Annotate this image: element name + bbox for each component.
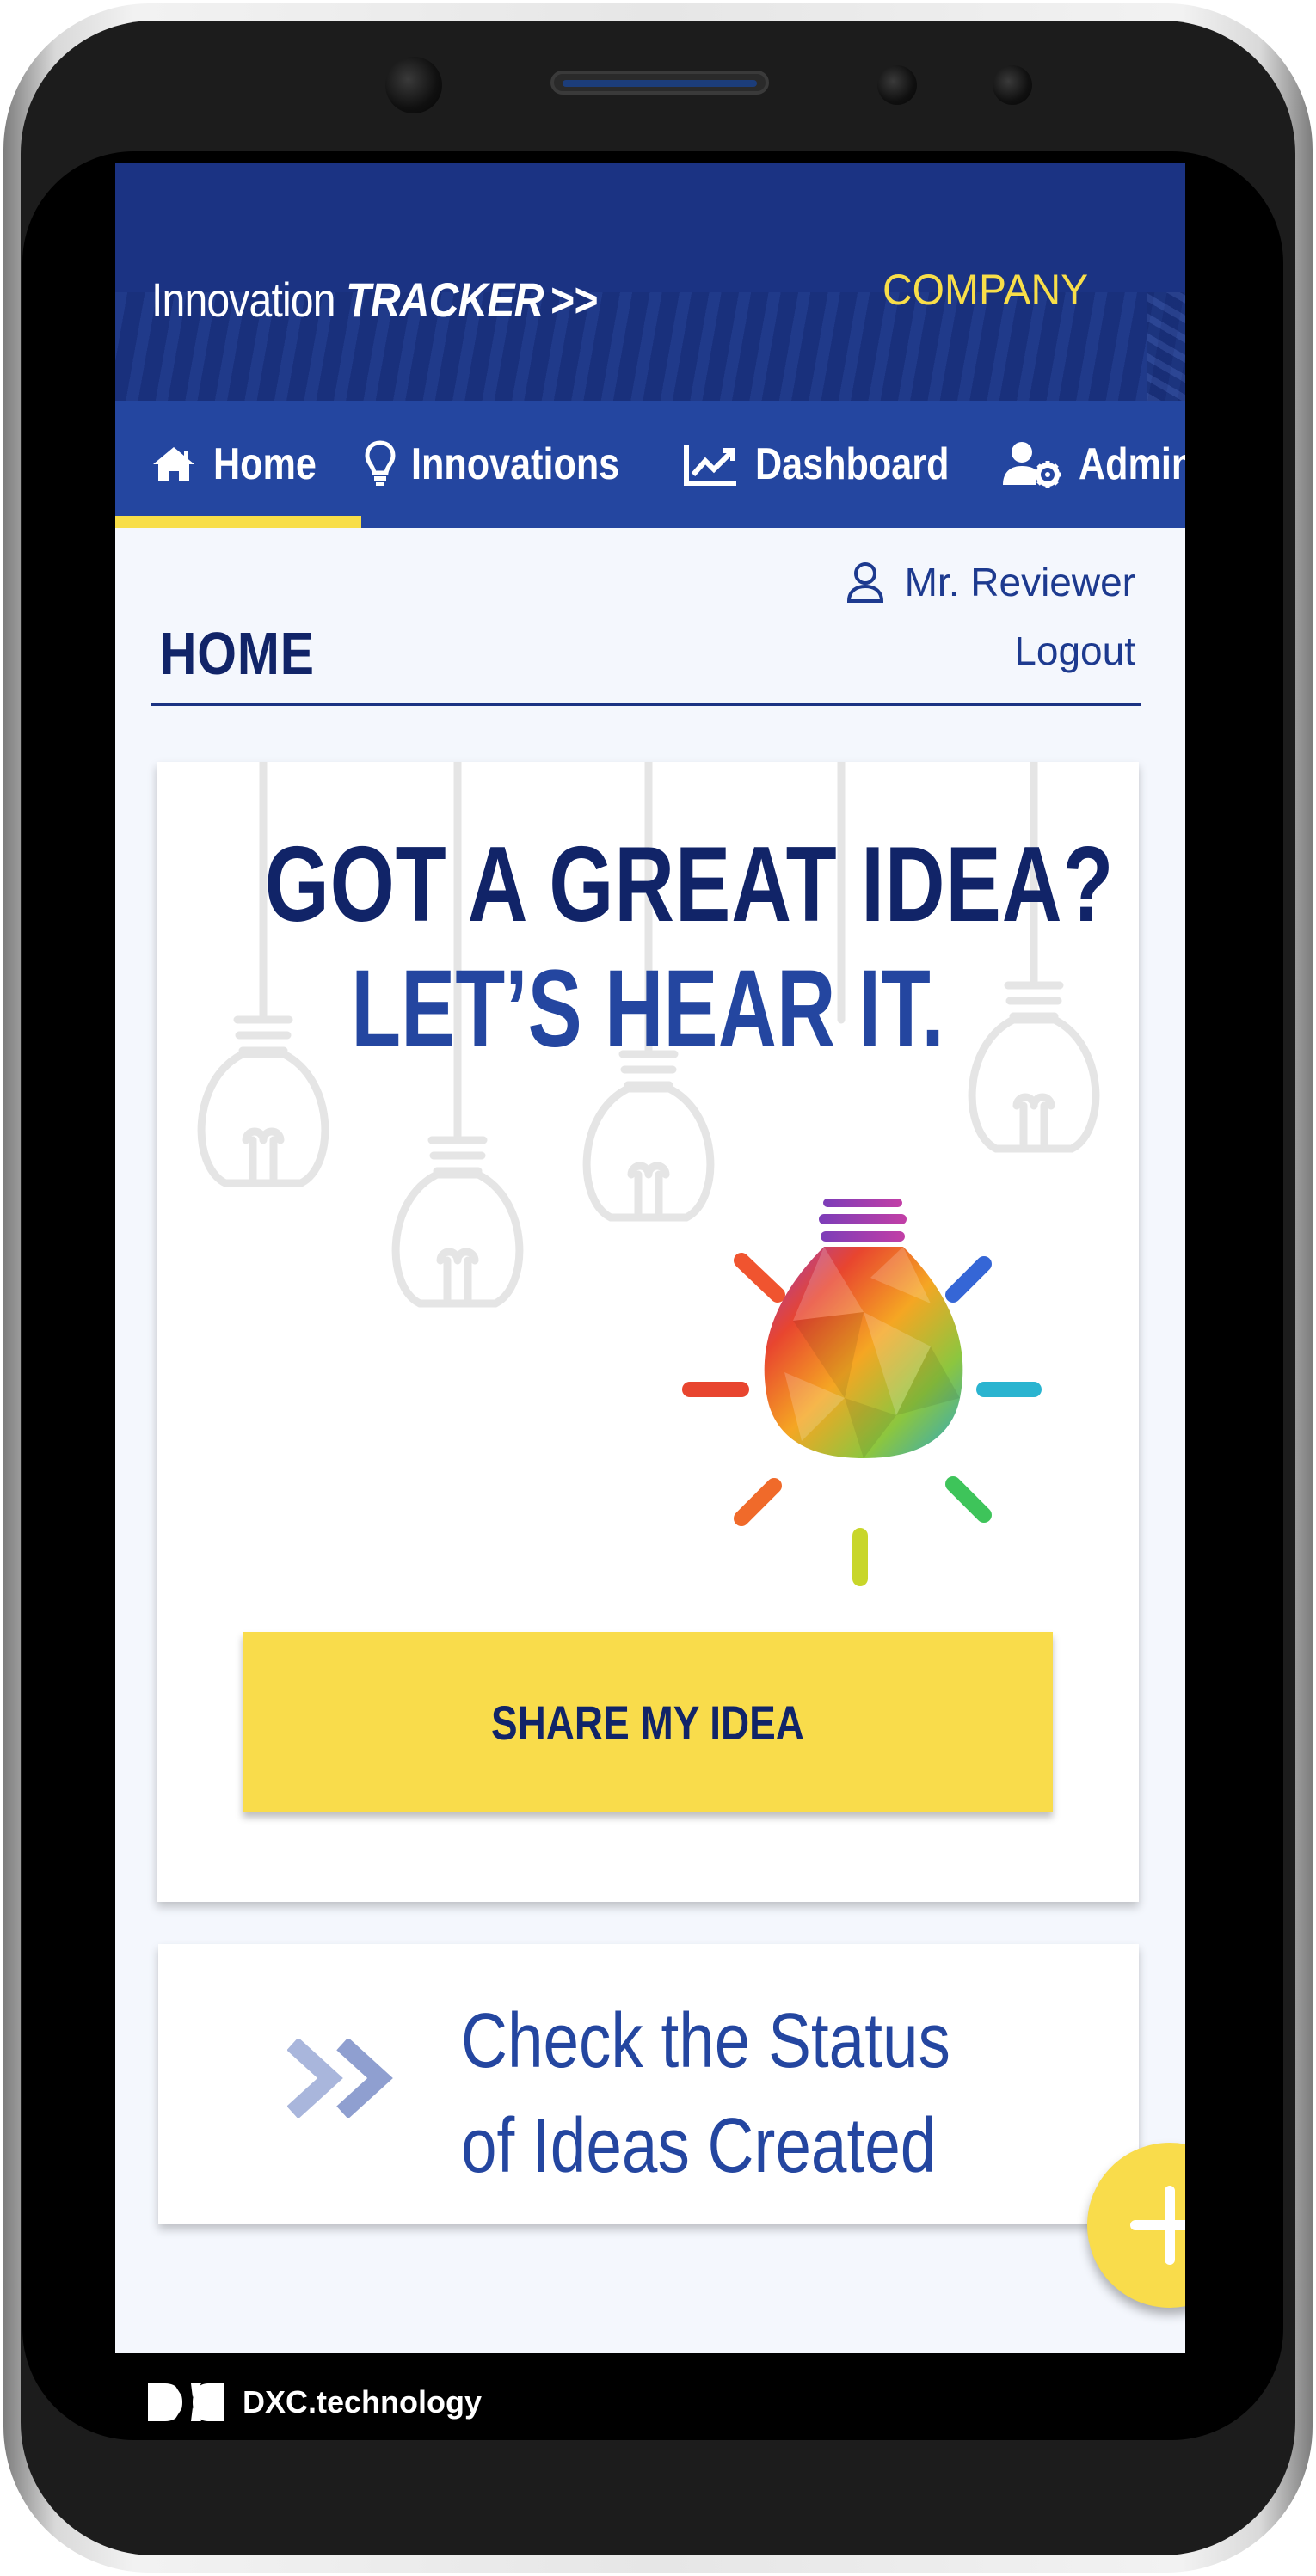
app-title-arrows: >> [550,273,598,327]
main-nav: Home Innovations Dashboard Admin [115,401,1185,528]
double-chevron-icon [287,2039,393,2118]
check-status-line-2: of Ideas Created [461,2103,937,2189]
dxc-logo-icon [148,2383,224,2421]
share-my-idea-label: SHARE MY IDEA [490,1695,805,1750]
logout-link[interactable]: Logout [1014,628,1135,674]
user-menu[interactable]: Mr. Reviewer [846,559,1135,605]
front-camera-icon [385,57,442,113]
home-icon [153,447,194,481]
brand-label: DXC.technology [243,2384,483,2420]
user-name: Mr. Reviewer [904,560,1135,604]
headline-secondary: LET’S HEAR IT. [351,948,944,1070]
nav-item-dashboard[interactable]: Dashboard [683,401,989,528]
app-header: Innovation TRACKER >> COMPANY [115,163,1185,401]
app-title: Innovation TRACKER >> [151,272,599,328]
nav-item-label: Dashboard [755,439,950,489]
earpiece-speaker [550,71,769,95]
check-status-line-1: Check the Status [461,1998,950,2084]
page-title: HOME [160,620,315,687]
nav-item-label: Home [213,439,317,489]
app-title-prefix: Innovation [151,273,347,327]
sensor-icon-2 [993,65,1032,105]
colorful-lightbulb-icon [682,1199,1042,1586]
app-title-emphasis: TRACKER [346,273,544,327]
chart-line-icon [684,445,736,486]
check-status-card[interactable]: Check the Status of Ideas Created [158,1944,1139,2224]
app-screen: Innovation TRACKER >> COMPANY Home Innova… [115,163,1185,2353]
users-cog-icon [1003,442,1061,488]
nav-item-home[interactable]: Home [150,401,337,528]
share-my-idea-button[interactable]: SHARE MY IDEA [243,1632,1053,1812]
nav-item-label: Innovations [411,439,620,489]
plus-icon [1130,2186,1185,2265]
nav-active-indicator [115,516,361,528]
header-pattern-edge [1147,292,1185,401]
sensor-icon [877,65,917,105]
title-divider [151,703,1141,706]
nav-item-admin[interactable]: Admin [1001,401,1185,528]
company-label: COMPANY [882,266,1089,314]
dxc-brand: DXC.technology [148,2382,482,2423]
nav-item-innovations[interactable]: Innovations [365,401,662,528]
check-status-text: Check the Status of Ideas Created [461,1989,950,2199]
headline-primary: GOT A GREAT IDEA? [264,825,1115,944]
share-idea-card: GOT A GREAT IDEA? LET’S HEAR IT. SHARE M… [157,762,1139,1902]
nav-item-label: Admin [1079,439,1185,489]
user-icon [846,562,883,603]
lightbulb-icon [365,440,396,486]
